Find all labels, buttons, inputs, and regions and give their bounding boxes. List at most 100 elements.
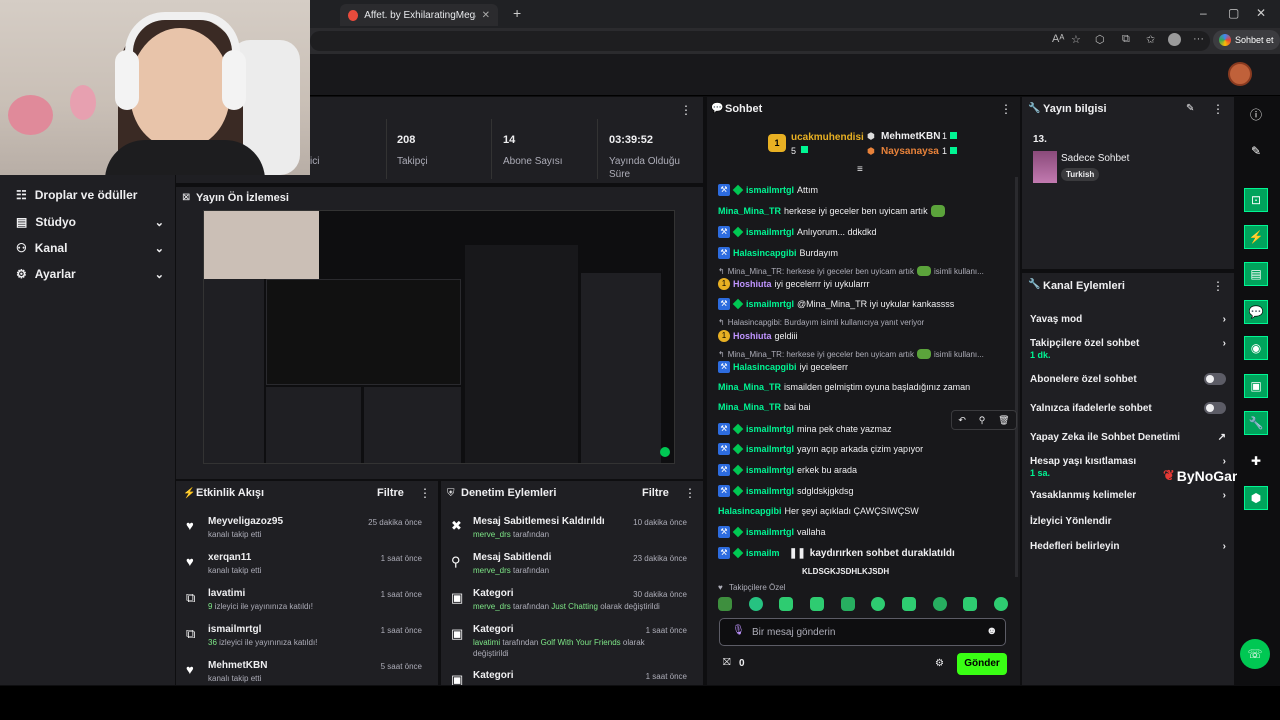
chat-username[interactable]: Halasincapgibi [733,248,797,258]
activity-item[interactable]: ♥ MehmetKBN kanalı takip etti 5 saat önc… [176,660,432,685]
subs-only-toggle[interactable] [1204,373,1226,385]
nav-channel[interactable]: ⚇ Kanal ⌄ [16,241,164,255]
split-screen-icon[interactable]: ⧉ [1122,33,1130,46]
copilot-button[interactable]: Sohbet et [1213,30,1280,50]
chat-menu-icon[interactable]: ⋮ [1000,102,1012,116]
user-avatar[interactable] [1228,62,1252,86]
broadcast-icon[interactable]: ◉ [1244,336,1268,360]
help-icon[interactable]: ☏ [1240,639,1270,669]
activity-menu-icon[interactable]: ⋮ [419,486,431,500]
chat-username[interactable]: ismailmrtgl [746,486,794,496]
clip-icon[interactable]: ⊡ [1244,188,1268,212]
action-account-age[interactable]: Hesap yaşı kısıtlaması › [1030,456,1226,467]
nav-settings[interactable]: ⚙ Ayarlar ⌄ [16,267,164,281]
chat-message[interactable]: 1 Hoshiuta geldiii [718,330,1008,342]
minimize-icon[interactable]: – [1200,6,1207,20]
chat-reply-context[interactable]: ↰ Mina_Mina_TR: herkese iyi geceler ben u… [718,266,1008,276]
chat-username[interactable]: Hoshiuta [733,279,772,289]
stats-menu-icon[interactable]: ⋮ [680,103,692,117]
profile-icon[interactable] [1168,33,1181,46]
chat-username[interactable]: ismailmrtgl [746,424,794,434]
chat-username[interactable]: ismailmrtgl [746,465,794,475]
action-slow-mode[interactable]: Yavaş mod › [1030,314,1226,325]
chat-username[interactable]: Halasincapgibi [733,362,797,372]
emote-icon[interactable] [779,597,794,611]
chat-username[interactable]: ismailmrtgl [746,227,794,237]
chat-message[interactable]: ⚒ ismailmrtgl erkek bu arada [718,464,1008,476]
chat-username[interactable]: ismailmrtgl [746,299,794,309]
collapse-icon[interactable]: ≡ [857,164,863,175]
activity-item[interactable]: ⧉ ismailmrtgl 36 izleyici ile yayınınıza… [176,624,432,660]
chat-message[interactable]: ⚒ Halasincapgibi iyi geceleerr [718,361,1008,373]
notes-icon[interactable]: ▤ [1244,262,1268,286]
new-tab-icon[interactable]: + [513,5,521,21]
pin-icon[interactable]: ⚲ [979,415,986,426]
action-goals[interactable]: Hedefleri belirleyin › [1030,541,1226,552]
chat-username[interactable]: Mina_Mina_TR [718,382,781,392]
tools-icon[interactable]: 🔧 [1244,411,1268,435]
action-emote-only[interactable]: Yalnızca ifadelerle sohbet [1030,402,1226,414]
action-subs-only[interactable]: Abonelere özel sohbet [1030,373,1226,385]
stream-preview-video[interactable] [203,210,675,464]
chat-message[interactable]: ⚒ ismailmrtgl Anlıyorum... ddkdkd [718,226,1008,238]
lightning-icon[interactable]: ⚡ [1244,225,1268,249]
chat-message[interactable]: ⚒ ismailmrtgl vallaha [718,526,1008,538]
chat-reply-context[interactable]: ↰ Halasincapgibi: Burdayım isimli kullanı… [718,318,1008,327]
add-icon[interactable]: ✚ [1244,449,1268,473]
emote-icon[interactable] [718,597,732,611]
moderation-item[interactable]: ▣ Kategori merve_drs tarafından Just Cha… [441,588,697,624]
gift-icon[interactable]: ⛝ [723,657,731,668]
read-aloud-icon[interactable]: Aᴬ [1052,33,1064,45]
chat-settings-icon[interactable]: ⚙ [935,658,944,669]
nav-studio[interactable]: ▤ Stüdyo ⌄ [16,215,164,229]
maximize-icon[interactable]: ▢ [1228,6,1239,20]
browser-tab[interactable]: Affet. by ExhilaratingMegaphones ✕ [340,4,498,26]
chat-message[interactable]: ⚒ ismailmrtgl yayın açıp arkada çizim yapı… [718,443,1008,455]
chat-message[interactable]: Mina_Mina_TR herkese iyi geceler ben uyic… [718,205,1008,217]
stream-tag[interactable]: Turkish [1061,168,1100,181]
chat-username[interactable]: Halasincapgibi [718,506,782,516]
action-raid[interactable]: İzleyici Yönlendir [1030,516,1226,527]
chat-paused-banner[interactable]: ❚❚ kaydırırken sohbet duraklatıldı [785,548,959,559]
chat-message[interactable]: ⚒ ismailmrtgl sdgldskjgkdsg [718,485,1008,497]
chat-icon[interactable]: 💬 [1244,300,1268,324]
action-followers-only[interactable]: Takipçilere özel sohbet › [1030,338,1226,349]
chat-username[interactable]: ismailm [746,548,780,558]
nav-drops[interactable]: ☷ Droplar ve ödüller [16,188,164,202]
info-icon[interactable]: ⓘ [1244,102,1268,126]
chat-message[interactable]: 1 Hoshiuta iyi gecelerrr iyi uykularrr [718,278,1008,290]
edit-pencil-icon[interactable]: ✎ [1186,103,1194,114]
chat-input[interactable]: 🎙 Bir mesaj gönderin ☻ [719,618,1006,646]
edit-icon[interactable]: ✎ [1244,139,1268,163]
action-automod[interactable]: Yapay Zeka ile Sohbet Denetimi ↗ [1030,432,1226,443]
window-close-icon[interactable]: ✕ [1256,6,1266,20]
stream-info-menu-icon[interactable]: ⋮ [1212,102,1224,116]
leaderboard-first[interactable]: ucakmuhendisi [791,132,864,143]
emote-icon[interactable] [840,597,855,611]
chat-message[interactable]: ⚒ ismailmrtgl @Mina_Mina_TR iyi uykular ka… [718,298,1008,310]
emote-icon[interactable] [748,597,763,611]
emote-icon[interactable] [932,597,947,611]
moderation-item[interactable]: ⚲ Mesaj Sabitlendi merve_drs tarafından … [441,552,697,588]
chat-message[interactable]: Mina_Mina_TR ismailden gelmiştim oyuna ba… [718,382,1008,392]
emote-icon[interactable] [809,597,824,611]
leaderboard-second[interactable]: MehmetKBN [881,131,940,142]
channel-actions-menu-icon[interactable]: ⋮ [1212,279,1224,293]
chat-username[interactable]: Mina_Mina_TR [718,206,781,216]
more-icon[interactable]: ··· [1193,33,1204,45]
chat-username[interactable]: ismailmrtgl [746,185,794,195]
moderation-item[interactable]: ▣ Kategori 1 saat önce [441,670,697,685]
reply-icon[interactable]: ↶ [958,415,966,426]
send-button[interactable]: Gönder [957,653,1007,675]
activity-item[interactable]: ⧉ lavatimi 9 izleyici ile yayınınıza kat… [176,588,432,624]
category-box-art[interactable] [1033,151,1057,183]
chat-username[interactable]: ismailmrtgl [746,527,794,537]
emote-icon[interactable] [963,597,978,611]
emote-icon[interactable] [901,597,916,611]
emote-only-toggle[interactable] [1204,402,1226,414]
action-banned-words[interactable]: Yasaklanmış kelimeler › [1030,490,1226,501]
moderation-item[interactable]: ✖ Mesaj Sabitlemesi Kaldırıldı merve_drs… [441,516,697,552]
chat-message[interactable]: Halasincapgibi Her şeyi açıkladı ÇAWÇSIWÇ… [718,506,1008,516]
microphone-icon[interactable]: 🎙 [732,625,745,636]
moderation-item[interactable]: ▣ Kategori lavatimi tarafından Golf With… [441,624,697,660]
